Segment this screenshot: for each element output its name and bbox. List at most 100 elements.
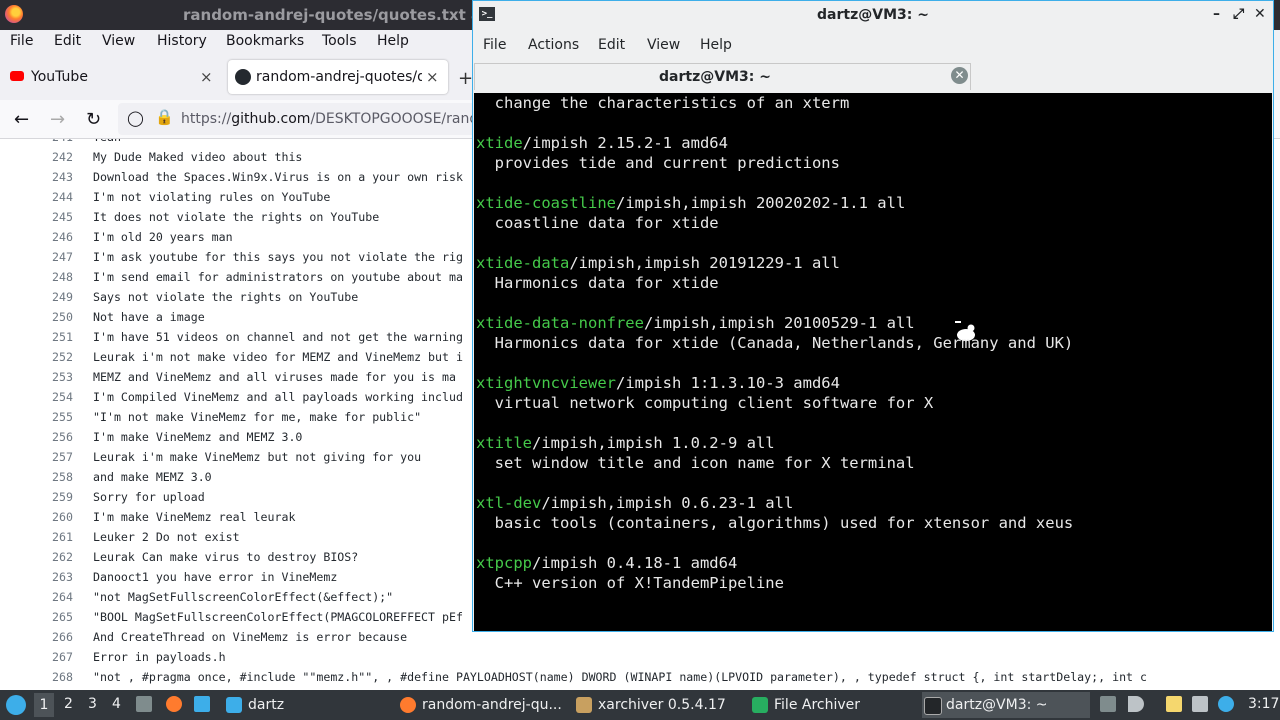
notification-icon[interactable] bbox=[1218, 696, 1234, 712]
line-number[interactable]: 243 bbox=[30, 170, 73, 184]
menu-edit[interactable]: Edit bbox=[54, 33, 81, 49]
back-button[interactable]: ← bbox=[14, 109, 29, 130]
line-number[interactable]: 258 bbox=[30, 470, 73, 484]
menu-history[interactable]: History bbox=[157, 33, 207, 49]
url-bar[interactable]: ◯ 🔒 https://github.com/DESKTOPGOOOSE/ran… bbox=[118, 103, 478, 135]
task-terminal[interactable]: dartz@VM3: ~ bbox=[922, 692, 1090, 718]
line-text: and make MEMZ 3.0 bbox=[93, 470, 212, 484]
workspace-3[interactable]: 3 bbox=[88, 696, 97, 712]
line-number[interactable]: 264 bbox=[30, 590, 73, 604]
close-tab-icon[interactable]: × bbox=[426, 68, 439, 86]
line-number[interactable]: 246 bbox=[30, 230, 73, 244]
menu-help[interactable]: Help bbox=[700, 37, 732, 53]
line-text: And CreateThread on VineMemz is error be… bbox=[93, 630, 408, 644]
minimize-button[interactable]: – bbox=[1213, 6, 1220, 22]
line-number[interactable]: 256 bbox=[30, 430, 73, 444]
line-number[interactable]: 266 bbox=[30, 630, 73, 644]
line-number[interactable]: 257 bbox=[30, 450, 73, 464]
line-number[interactable]: 268 bbox=[30, 670, 73, 684]
menu-help[interactable]: Help bbox=[377, 33, 409, 49]
line-number[interactable]: 242 bbox=[30, 150, 73, 164]
line-number[interactable]: 247 bbox=[30, 250, 73, 264]
terminal-window: >_ dartz@VM3: ~ – ⤢ ✕ File Actions Edit … bbox=[472, 0, 1274, 632]
close-tab-icon[interactable]: × bbox=[200, 68, 213, 86]
terminal-line: xtide/impish 2.15.2-1 amd64 bbox=[476, 134, 728, 152]
workspace-2[interactable]: 2 bbox=[64, 696, 73, 712]
workspace-1[interactable]: 1 bbox=[34, 693, 54, 717]
file-manager-icon[interactable] bbox=[136, 696, 152, 712]
terminal-output[interactable]: change the characteristics of an xterm xt… bbox=[474, 93, 1272, 631]
line-text: I'm send email for administrators on you… bbox=[93, 270, 463, 284]
line-text: "BOOL MagSetFullscreenColorEffect(PMAGCO… bbox=[93, 610, 463, 624]
clipboard-icon[interactable] bbox=[1166, 696, 1182, 712]
firefox-launcher-icon[interactable] bbox=[166, 696, 182, 712]
eject-icon[interactable] bbox=[1100, 696, 1116, 712]
shield-icon[interactable]: ◯ bbox=[127, 109, 144, 127]
line-number[interactable]: 244 bbox=[30, 190, 73, 204]
package-name: xtl-dev bbox=[476, 494, 542, 512]
line-number[interactable]: 252 bbox=[30, 350, 73, 364]
close-button[interactable]: ✕ bbox=[1254, 6, 1266, 22]
menu-bookmarks[interactable]: Bookmarks bbox=[226, 33, 304, 49]
xarchiver-icon bbox=[576, 697, 592, 713]
package-name: xtide-data bbox=[476, 254, 570, 272]
line-number[interactable]: 261 bbox=[30, 530, 73, 544]
desktop-icon[interactable] bbox=[194, 696, 210, 712]
app-menu-icon[interactable] bbox=[6, 695, 26, 715]
line-number[interactable]: 249 bbox=[30, 290, 73, 304]
line-number[interactable]: 241 bbox=[30, 139, 73, 144]
line-number[interactable]: 248 bbox=[30, 270, 73, 284]
terminal-line: xtide-data/impish,impish 20191229-1 all bbox=[476, 254, 840, 272]
github-icon bbox=[235, 69, 251, 85]
package-name: xtitle bbox=[476, 434, 532, 452]
maximize-button[interactable]: ⤢ bbox=[1233, 6, 1244, 22]
line-number[interactable]: 255 bbox=[30, 410, 73, 424]
terminal-window-title: dartz@VM3: ~ bbox=[817, 7, 929, 23]
line-text: Not have a image bbox=[93, 310, 205, 324]
terminal-line: coastline data for xtide bbox=[476, 214, 719, 232]
menu-actions[interactable]: Actions bbox=[528, 37, 579, 53]
taskbar: 1 2 3 4 dartz random-andrej-qu... xarchi… bbox=[0, 690, 1280, 720]
network-icon[interactable] bbox=[1192, 696, 1208, 712]
reload-button[interactable]: ↻ bbox=[86, 109, 101, 130]
task-label: random-andrej-qu... bbox=[422, 697, 562, 713]
line-number[interactable]: 262 bbox=[30, 550, 73, 564]
line-number[interactable]: 267 bbox=[30, 650, 73, 664]
line-number[interactable]: 253 bbox=[30, 370, 73, 384]
task-folder-dartz[interactable]: dartz bbox=[224, 692, 314, 718]
line-number[interactable]: 254 bbox=[30, 390, 73, 404]
menu-view[interactable]: View bbox=[102, 33, 135, 49]
forward-button[interactable]: → bbox=[50, 109, 65, 130]
line-text: virtual network computing client softwar… bbox=[476, 394, 934, 412]
terminal-tab[interactable]: dartz@VM3: ~ ✕ bbox=[474, 63, 971, 90]
tab-github[interactable]: random-andrej-quotes/qu × bbox=[228, 60, 448, 94]
terminal-line: xtitle/impish,impish 1.0.2-9 all bbox=[476, 434, 775, 452]
line-text: /impish,impish 0.6.23-1 all bbox=[541, 494, 794, 512]
task-xarchiver[interactable]: xarchiver 0.5.4.17 bbox=[574, 692, 744, 718]
lock-icon[interactable]: 🔒 bbox=[155, 108, 174, 126]
menu-view[interactable]: View bbox=[647, 37, 680, 53]
task-firefox[interactable]: random-andrej-qu... bbox=[398, 692, 568, 718]
line-number[interactable]: 245 bbox=[30, 210, 73, 224]
volume-icon[interactable] bbox=[1128, 696, 1144, 712]
line-text: Download the Spaces.Win9x.Virus is on a … bbox=[93, 170, 463, 184]
close-tab-icon[interactable]: ✕ bbox=[951, 67, 968, 84]
menu-edit[interactable]: Edit bbox=[598, 37, 625, 53]
firefox-icon bbox=[400, 697, 416, 713]
task-file-archiver[interactable]: File Archiver bbox=[750, 692, 910, 718]
menu-tools[interactable]: Tools bbox=[322, 33, 357, 49]
line-number[interactable]: 263 bbox=[30, 570, 73, 584]
menu-file[interactable]: File bbox=[10, 33, 33, 49]
new-tab-button[interactable]: + bbox=[458, 68, 473, 89]
workspace-4[interactable]: 4 bbox=[112, 696, 121, 712]
line-number[interactable]: 259 bbox=[30, 490, 73, 504]
line-text: Sorry for upload bbox=[93, 490, 205, 504]
line-number[interactable]: 260 bbox=[30, 510, 73, 524]
terminal-line: Harmonics data for xtide bbox=[476, 274, 719, 292]
task-label: dartz bbox=[248, 697, 285, 713]
tab-youtube[interactable]: YouTube × bbox=[0, 60, 222, 94]
line-number[interactable]: 250 bbox=[30, 310, 73, 324]
menu-file[interactable]: File bbox=[483, 37, 506, 53]
line-number[interactable]: 265 bbox=[30, 610, 73, 624]
line-number[interactable]: 251 bbox=[30, 330, 73, 344]
